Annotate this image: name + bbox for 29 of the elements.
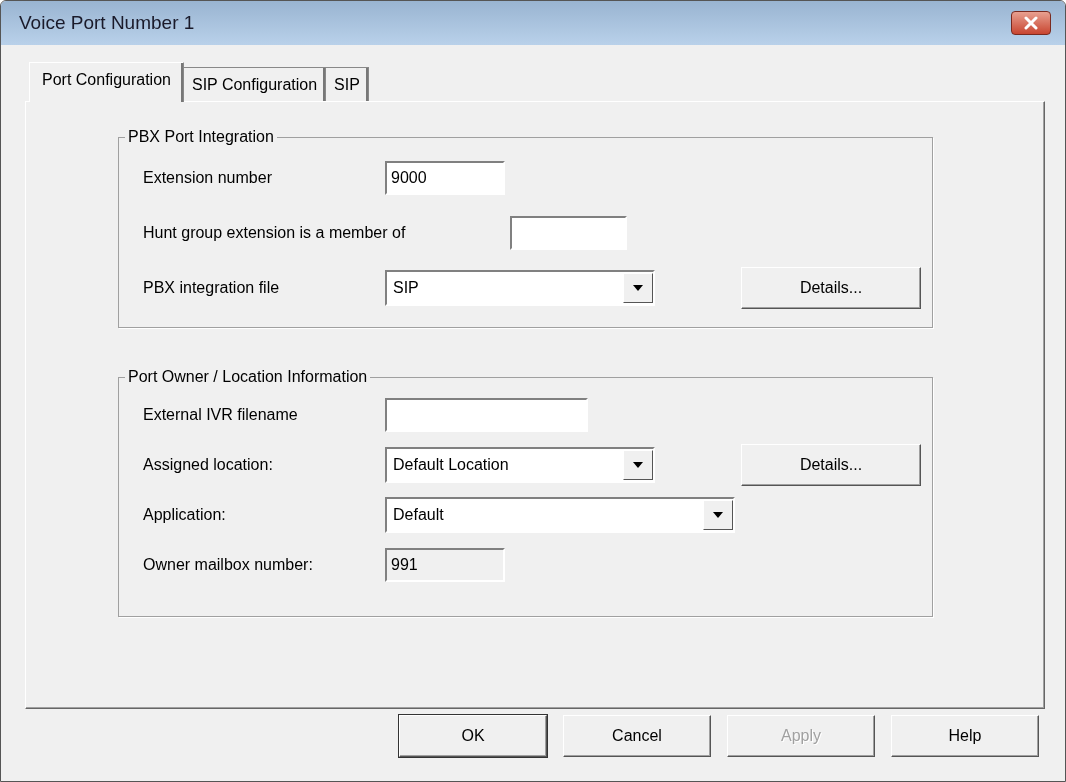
window-title: Voice Port Number 1 xyxy=(19,12,195,34)
dropdown[interactable]: Default xyxy=(385,497,735,533)
field-label: Extension number xyxy=(143,168,273,187)
dropdown-arrow-icon xyxy=(712,511,724,519)
field-label: PBX integration file xyxy=(143,278,281,297)
field-label: Hunt group extension is a member of xyxy=(143,223,407,242)
field-label: Application: xyxy=(143,506,227,524)
close-button[interactable] xyxy=(1011,11,1051,35)
dialog-button[interactable]: OK xyxy=(399,715,547,757)
tab[interactable]: SIP xyxy=(325,67,369,101)
field-label: Owner mailbox number: xyxy=(143,556,314,574)
field-label: External IVR filename xyxy=(143,406,299,424)
dropdown[interactable]: Default Location xyxy=(385,447,655,483)
group-title: PBX Port Integration xyxy=(127,128,275,146)
details-button[interactable]: Details... xyxy=(741,444,921,486)
field-label: Assigned location: xyxy=(143,456,274,474)
text-field[interactable] xyxy=(385,398,588,432)
details-button[interactable]: Details... xyxy=(741,266,921,309)
dropdown[interactable]: SIP xyxy=(385,269,655,306)
tab[interactable]: Port Configuration xyxy=(29,62,184,102)
dropdown-arrow-icon xyxy=(632,461,644,469)
dropdown-arrow-icon xyxy=(632,283,644,292)
text-field[interactable]: 9000 xyxy=(385,160,505,195)
dialog-button[interactable]: Cancel xyxy=(563,715,711,757)
close-icon xyxy=(1023,16,1039,30)
group-title: Port Owner / Location Information xyxy=(127,368,369,386)
tab[interactable]: SIP Configuration xyxy=(182,67,327,101)
text-field[interactable] xyxy=(510,215,627,250)
dialog-button[interactable]: Help xyxy=(891,715,1039,757)
